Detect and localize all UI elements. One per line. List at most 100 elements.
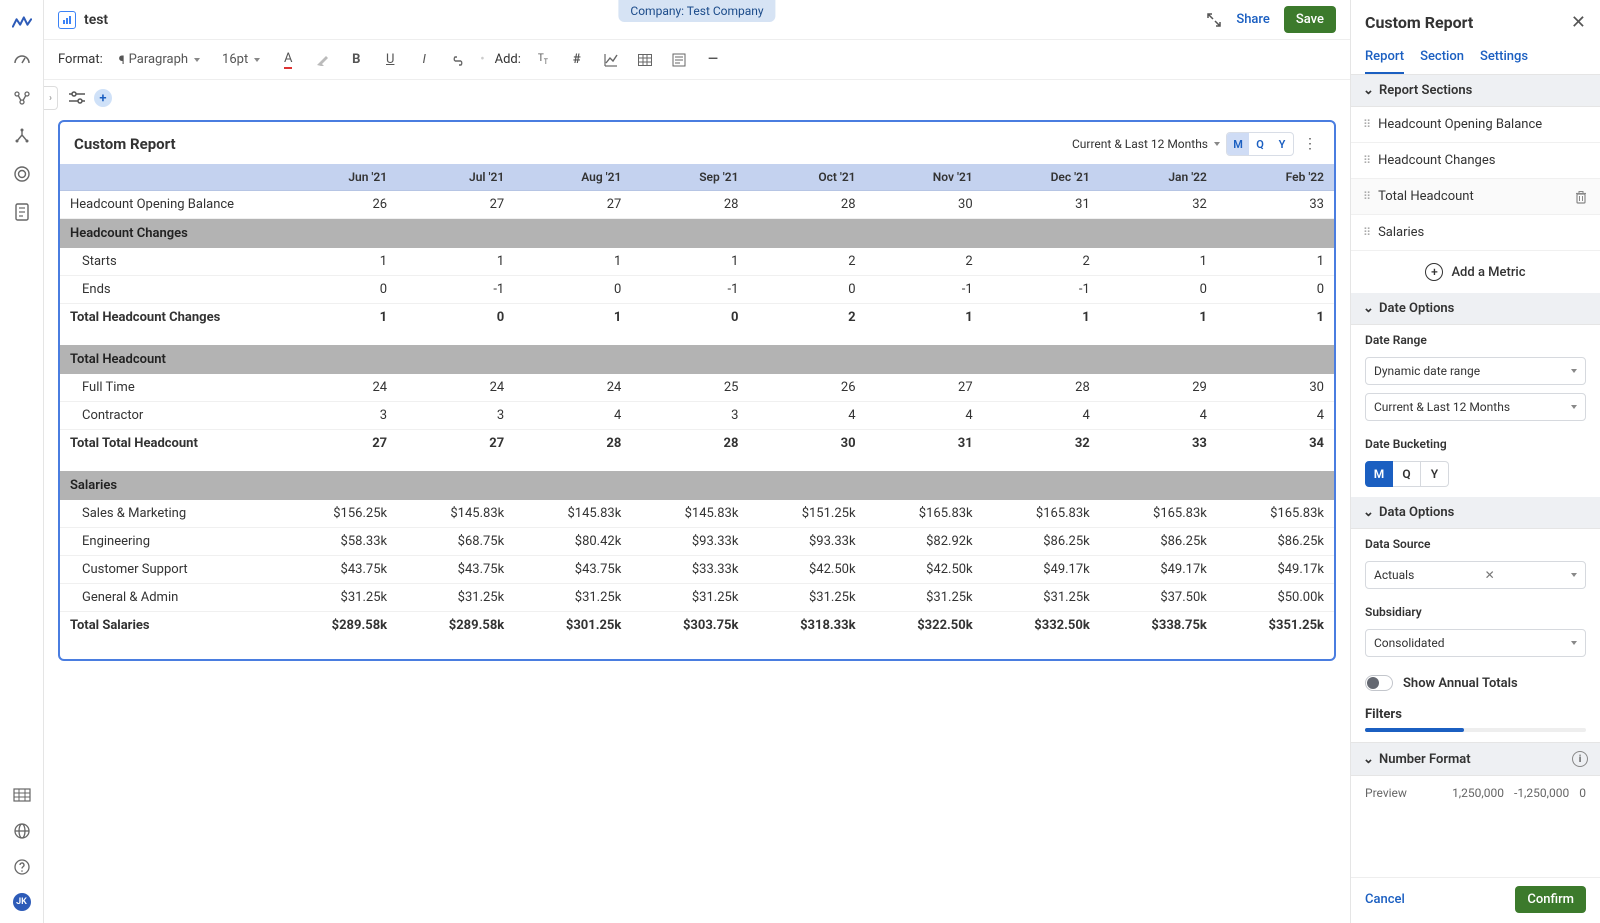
- cell: 4: [1100, 402, 1217, 430]
- metric-item[interactable]: ⠿Total Headcount: [1351, 179, 1600, 215]
- panel-tabs: Report Section Settings: [1351, 41, 1600, 75]
- cell: 3: [631, 402, 748, 430]
- delete-icon[interactable]: [1574, 190, 1588, 204]
- add-filter-button[interactable]: +: [94, 89, 112, 107]
- bold-button[interactable]: B: [344, 48, 368, 72]
- annual-totals-toggle[interactable]: [1365, 675, 1393, 691]
- cell: $80.42k: [514, 528, 631, 556]
- cell: $31.25k: [514, 584, 631, 612]
- confirm-button[interactable]: Confirm: [1515, 886, 1586, 913]
- cell: 28: [983, 374, 1100, 402]
- date-bucketing-label: Date Bucketing: [1365, 437, 1586, 451]
- expand-sidebar-handle[interactable]: ›: [44, 86, 58, 110]
- cell: -1: [866, 276, 983, 304]
- date-options-header[interactable]: ⌄Date Options: [1351, 293, 1600, 325]
- bucket-M[interactable]: M: [1227, 133, 1249, 155]
- panel-bucket-Y[interactable]: Y: [1421, 461, 1449, 487]
- subsidiary-select[interactable]: Consolidated: [1365, 629, 1586, 657]
- drag-handle-icon[interactable]: ⠿: [1363, 154, 1370, 167]
- panel-title: Custom Report: [1365, 13, 1473, 32]
- insert-divider-button[interactable]: —: [701, 48, 725, 72]
- branch-icon[interactable]: [12, 126, 32, 146]
- report-container[interactable]: Custom Report Current & Last 12 Months M…: [58, 120, 1336, 661]
- logo-icon[interactable]: [12, 12, 32, 32]
- cell: $58.33k: [280, 528, 397, 556]
- data-source-select[interactable]: Actuals✕: [1365, 561, 1586, 589]
- document-title[interactable]: test: [84, 12, 108, 28]
- text-color-button[interactable]: A: [276, 48, 300, 72]
- number-format-header[interactable]: ⌄Number Format i: [1351, 742, 1600, 776]
- save-button[interactable]: Save: [1284, 6, 1336, 33]
- user-avatar[interactable]: JK: [13, 893, 31, 911]
- cell: 30: [866, 191, 983, 219]
- fullscreen-icon[interactable]: [1206, 12, 1222, 28]
- metric-item[interactable]: ⠿Headcount Opening Balance: [1351, 107, 1600, 143]
- insert-chart-button[interactable]: [599, 48, 623, 72]
- metric-item[interactable]: ⠿ Salaries: [1351, 215, 1600, 251]
- info-icon[interactable]: i: [1572, 751, 1588, 767]
- paragraph-select[interactable]: ¶ Paragraph: [113, 50, 206, 69]
- cancel-button[interactable]: Cancel: [1365, 892, 1405, 907]
- report-sections-header[interactable]: ⌄Report Sections: [1351, 75, 1600, 107]
- tab-section[interactable]: Section: [1420, 41, 1464, 74]
- format-label: Format:: [58, 52, 103, 67]
- filters-progress: [1365, 728, 1586, 732]
- cell: $68.75k: [397, 528, 514, 556]
- cell: 27: [397, 430, 514, 458]
- bucket-Q[interactable]: Q: [1249, 133, 1271, 155]
- filter-icon[interactable]: [68, 91, 86, 105]
- row-label: General & Admin: [60, 584, 280, 612]
- cell: $318.33k: [748, 612, 865, 640]
- right-panel: Custom Report ✕ Report Section Settings ⌄R…: [1350, 0, 1600, 923]
- cell: 1: [280, 248, 397, 276]
- document-icon[interactable]: [12, 202, 32, 222]
- insert-text-button[interactable]: TT: [531, 48, 555, 72]
- drag-handle-icon[interactable]: ⠿: [1363, 118, 1370, 131]
- link-button[interactable]: [446, 48, 470, 72]
- cell: $322.50k: [866, 612, 983, 640]
- table-icon[interactable]: [12, 785, 32, 805]
- cell: 2: [748, 248, 865, 276]
- help-icon[interactable]: [12, 857, 32, 877]
- cell: 27: [866, 374, 983, 402]
- drag-handle-icon[interactable]: ⠿: [1363, 226, 1370, 239]
- cell: $43.75k: [397, 556, 514, 584]
- cell: 32: [1100, 191, 1217, 219]
- drag-handle-icon[interactable]: ⠿: [1363, 190, 1370, 203]
- fontsize-select[interactable]: 16pt: [216, 50, 266, 69]
- company-pill[interactable]: Company: Test Company: [618, 0, 775, 22]
- target-icon[interactable]: [12, 164, 32, 184]
- section-head: Total Headcount: [60, 345, 1334, 374]
- underline-button[interactable]: U: [378, 48, 402, 72]
- bucket-Y[interactable]: Y: [1271, 133, 1293, 155]
- metric-label: Salaries: [1378, 225, 1424, 240]
- share-link[interactable]: Share: [1236, 12, 1270, 27]
- insert-number-button[interactable]: #: [565, 48, 589, 72]
- graph-icon[interactable]: [12, 88, 32, 108]
- panel-bucket-M[interactable]: M: [1365, 461, 1393, 487]
- panel-bucket-Q[interactable]: Q: [1393, 461, 1421, 487]
- row-label: Customer Support: [60, 556, 280, 584]
- cell: 0: [280, 276, 397, 304]
- tab-report[interactable]: Report: [1365, 41, 1404, 74]
- date-range-select[interactable]: Current & Last 12 Months: [1072, 137, 1220, 151]
- cell: $165.83k: [983, 500, 1100, 528]
- insert-list-button[interactable]: [667, 48, 691, 72]
- cell: 28: [514, 430, 631, 458]
- cell: $49.17k: [1100, 556, 1217, 584]
- insert-table-button[interactable]: [633, 48, 657, 72]
- metric-item[interactable]: ⠿Headcount Changes: [1351, 143, 1600, 179]
- report-more-menu[interactable]: ⋮: [1300, 134, 1320, 154]
- cell: 30: [1217, 374, 1334, 402]
- tab-settings[interactable]: Settings: [1480, 41, 1528, 74]
- dashboard-icon[interactable]: [12, 50, 32, 70]
- add-metric-button[interactable]: +Add a Metric: [1351, 251, 1600, 293]
- close-panel-icon[interactable]: ✕: [1571, 12, 1586, 33]
- data-options-header[interactable]: ⌄Data Options: [1351, 497, 1600, 529]
- highlight-button[interactable]: [310, 48, 334, 72]
- col-header: Jan '22: [1100, 164, 1217, 191]
- date-range-value-select[interactable]: Current & Last 12 Months: [1365, 393, 1586, 421]
- date-range-type-select[interactable]: Dynamic date range: [1365, 357, 1586, 385]
- globe-icon[interactable]: [12, 821, 32, 841]
- italic-button[interactable]: I: [412, 48, 436, 72]
